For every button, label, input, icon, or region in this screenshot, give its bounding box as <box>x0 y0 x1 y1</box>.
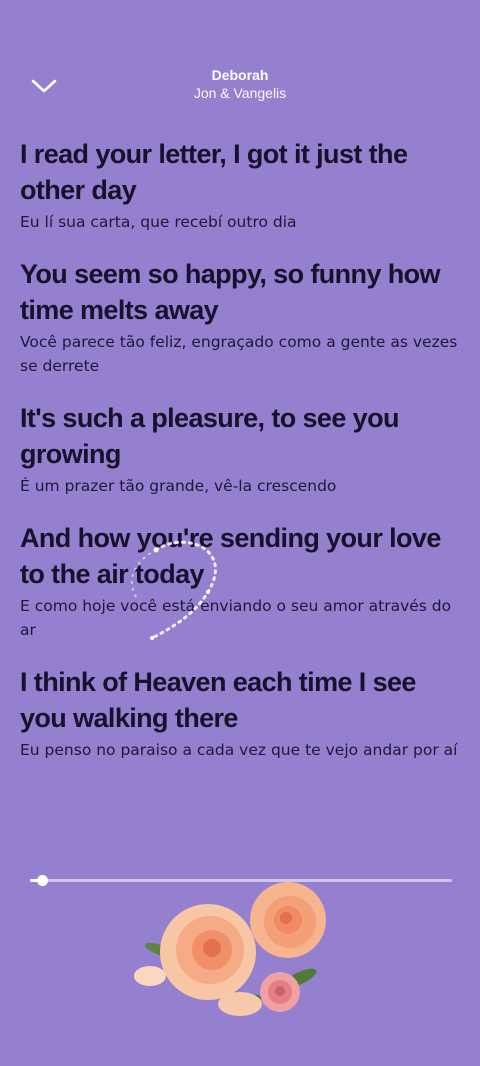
lyric-line[interactable]: You seem so happy, so funny how time mel… <box>20 256 464 378</box>
song-title: Deborah <box>211 67 269 83</box>
lyric-line[interactable]: And how you're sending your love to the … <box>20 520 464 642</box>
lyric-line[interactable]: It's such a pleasure, to see you growing… <box>20 400 464 498</box>
lyric-line[interactable]: I think of Heaven each time I see you wa… <box>20 664 464 762</box>
lyrics-container: I read your letter, I got it just the ot… <box>20 136 464 784</box>
lyric-line[interactable]: I read your letter, I got it just the ot… <box>20 136 464 234</box>
artist-name: Jon & Vangelis <box>193 85 287 101</box>
now-playing-header: Deborah Jon & Vangelis <box>0 66 480 102</box>
lyric-translation: Eu penso no paraiso a cada vez que te ve… <box>20 741 458 759</box>
lyric-original: You seem so happy, so funny how time mel… <box>20 259 441 325</box>
lyric-translation: Eu lí sua carta, que recebí outro dia <box>20 213 297 231</box>
lyric-original: I read your letter, I got it just the ot… <box>20 139 408 205</box>
lyric-original: And how you're sending your love to the … <box>20 523 441 589</box>
lyric-translation: É um prazer tão grande, vê-la crescendo <box>20 477 337 495</box>
progress-thumb[interactable] <box>37 875 49 886</box>
lyric-translation: E como hoje você está enviando o seu amo… <box>20 597 452 639</box>
lyric-translation: Você parece tão feliz, engraçado como a … <box>20 333 458 375</box>
flowers-sticker <box>134 882 326 1016</box>
lyric-original: It's such a pleasure, to see you growing <box>20 403 399 469</box>
lyric-original: I think of Heaven each time I see you wa… <box>20 667 416 733</box>
